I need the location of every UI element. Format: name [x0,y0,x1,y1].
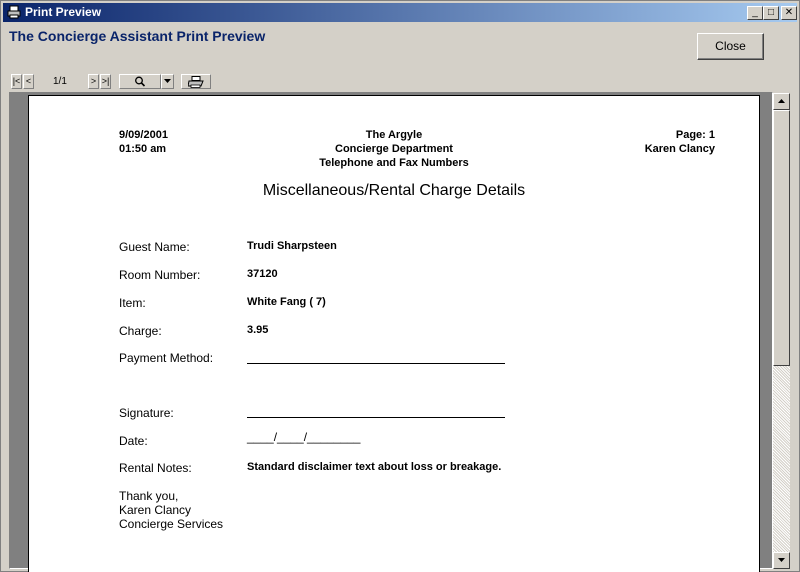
report-page-number: Page: 1 [675,129,715,141]
arrow-up-icon [778,99,785,103]
charge-label: Charge: [119,324,162,338]
signature-line [247,417,505,418]
preview-toolbar: |< < 1/1 > >| [9,74,409,90]
maximize-button[interactable]: □ [763,6,779,20]
closing-line-2: Karen Clancy [119,503,192,517]
next-page-button[interactable]: > [88,74,99,89]
first-page-button[interactable]: |< [11,74,22,89]
page-indicator: 1/1 [53,76,67,87]
room-number-label: Room Number: [119,268,201,282]
minimize-button[interactable]: _ [747,6,763,20]
report-time: 01:50 am [119,143,167,155]
title-bar[interactable]: Print Preview _ □ ✕ [3,3,797,22]
print-preview-window: Print Preview _ □ ✕ The Concierge Assist… [0,0,800,572]
date-label: Date: [119,434,148,448]
scroll-down-button[interactable] [773,552,790,569]
report-dept: Concierge Department [335,143,453,155]
arrow-down-icon [778,558,785,562]
vertical-scrollbar[interactable] [773,93,790,569]
closing-line-3: Concierge Services [119,517,224,531]
printer-icon [7,5,21,19]
report-user: Karen Clancy [644,143,715,155]
report-title: Miscellaneous/Rental Charge Details [262,182,526,199]
closing-line-1: Thank you, [119,489,179,503]
charge-value: 3.95 [247,324,269,336]
close-window-button[interactable]: ✕ [781,6,797,20]
preview-viewport: 9/09/2001 01:50 am The Argyle Concierge … [9,92,773,572]
guest-name-value: Trudi Sharpsteen [247,240,337,252]
chevron-down-icon [164,79,171,83]
rental-notes-label: Rental Notes: [119,461,192,475]
window-title: Print Preview [25,5,102,19]
payment-method-line [247,363,505,364]
rental-notes-value: Standard disclaimer text about loss or b… [247,461,502,473]
printer-icon [187,76,204,88]
magnifier-icon [135,76,146,87]
report-subtitle: Telephone and Fax Numbers [319,157,469,169]
scroll-up-button[interactable] [773,93,790,110]
prev-page-button[interactable]: < [23,74,34,89]
close-button[interactable]: Close [697,33,764,60]
report-date: 9/09/2001 [119,129,168,141]
report-org: The Argyle [365,129,423,141]
last-page-button[interactable]: >| [100,74,111,89]
report-page: 9/09/2001 01:50 am The Argyle Concierge … [28,95,760,572]
signature-label: Signature: [119,406,174,420]
zoom-button[interactable] [119,74,161,89]
scroll-thumb[interactable] [773,110,790,366]
page-heading: The Concierge Assistant Print Preview [9,28,266,44]
room-number-value: 37120 [247,268,278,280]
date-value: ____/____/________ [247,430,361,444]
guest-name-label: Guest Name: [119,240,190,254]
payment-method-label: Payment Method: [119,351,214,365]
item-label: Item: [119,296,146,310]
item-value: White Fang ( 7) [247,296,326,308]
print-button[interactable] [181,74,211,89]
zoom-dropdown[interactable] [161,74,174,89]
